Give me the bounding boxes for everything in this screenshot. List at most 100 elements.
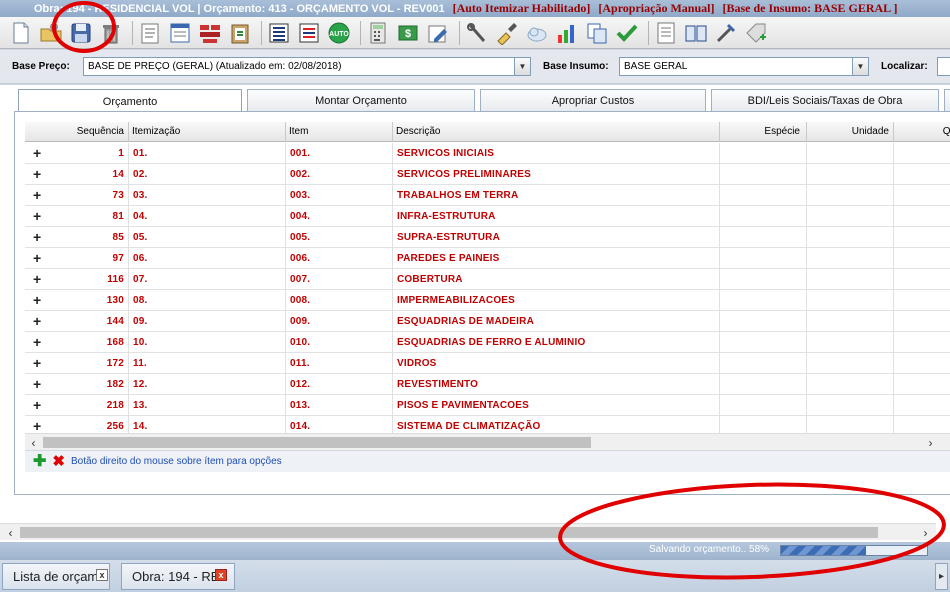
column-header-especie[interactable]: Espécie — [720, 122, 807, 142]
notes-button[interactable] — [653, 20, 679, 46]
tools-button[interactable] — [464, 20, 490, 46]
copy-button[interactable] — [584, 20, 610, 46]
new-document-button[interactable] — [8, 20, 34, 46]
cell-sequencia: 256 — [25, 416, 129, 433]
sort-button[interactable] — [296, 20, 322, 46]
table-row[interactable]: +130 08. 008. IMPERMEABILIZACOES — [25, 290, 950, 311]
table-row[interactable]: +144 09. 009. ESQUADRIAS DE MADEIRA — [25, 311, 950, 332]
table-row[interactable]: +256 14. 014. SISTEMA DE CLIMATIZAÇÃO — [25, 416, 950, 433]
scrollbar-thumb[interactable] — [43, 437, 591, 448]
scroll-left-icon[interactable]: ‹ — [25, 434, 42, 451]
scrollbar-thumb[interactable] — [20, 527, 878, 538]
table-row[interactable]: +81 04. 004. INFRA-ESTRUTURA — [25, 206, 950, 227]
grid-hint-bar: ✚ ✖ Botão direito do mouse sobre ítem pa… — [25, 450, 950, 472]
delete-button[interactable] — [98, 20, 124, 46]
cell-itemizacao: 07. — [129, 269, 286, 290]
list-button[interactable] — [266, 20, 292, 46]
edit-button[interactable] — [425, 20, 451, 46]
cell-empty — [894, 248, 950, 269]
cell-empty — [894, 185, 950, 206]
add-icon[interactable]: ✚ — [33, 453, 46, 470]
structure-button[interactable] — [197, 20, 223, 46]
money-button[interactable]: $ — [395, 20, 421, 46]
table-row[interactable]: +14 02. 002. SERVICOS PRELIMINARES — [25, 164, 950, 185]
grid-horizontal-scrollbar[interactable]: ‹ › — [25, 433, 950, 450]
book-button[interactable] — [683, 20, 709, 46]
tab-bdi-leis-sociais[interactable]: BDI/Leis Sociais/Taxas de Obra — [711, 89, 939, 111]
table-row[interactable]: +97 06. 006. PAREDES E PAINEIS — [25, 248, 950, 269]
window-tab-label: Obra: 194 - RE — [132, 569, 220, 584]
cell-empty — [894, 353, 950, 374]
calculator-button[interactable] — [365, 20, 391, 46]
cell-empty — [720, 143, 807, 164]
cell-empty — [720, 332, 807, 353]
cell-item: 004. — [286, 206, 393, 227]
cell-descricao: ESQUADRIAS DE MADEIRA — [393, 311, 720, 332]
cell-empty — [807, 185, 894, 206]
chart-button[interactable] — [554, 20, 580, 46]
cell-empty — [720, 206, 807, 227]
localizar-input[interactable] — [937, 57, 950, 76]
column-header-item[interactable]: Item — [286, 122, 393, 142]
column-header-quant[interactable]: Quant — [894, 122, 950, 142]
window-tab-lista-orcamentos[interactable]: Lista de orçam — [2, 563, 110, 590]
cell-empty — [807, 311, 894, 332]
remove-icon[interactable]: ✖ — [52, 454, 65, 469]
column-header-itemizacao[interactable]: Itemização — [129, 122, 286, 142]
auto-button[interactable]: AUTO — [326, 20, 352, 46]
save-button[interactable] — [68, 20, 94, 46]
localizar-label: Localizar: — [881, 61, 928, 72]
base-preco-dropdown-button[interactable]: ▼ — [514, 57, 531, 76]
tab-overflow[interactable] — [944, 89, 950, 111]
scroll-right-icon[interactable]: › — [922, 434, 939, 451]
report-button[interactable] — [137, 20, 163, 46]
scroll-left-icon[interactable]: ‹ — [2, 524, 19, 541]
column-header-unidade[interactable]: Unidade — [807, 122, 894, 142]
sign-button[interactable] — [494, 20, 520, 46]
clipboard-button[interactable] — [227, 20, 253, 46]
cell-empty — [720, 395, 807, 416]
cell-empty — [807, 416, 894, 433]
table-row[interactable]: +1 01. 001. SERVICOS INICIAIS — [25, 143, 950, 164]
table-row[interactable]: +85 05. 005. SUPRA-ESTRUTURA — [25, 227, 950, 248]
toolbar-separator — [360, 20, 361, 45]
column-header-sequencia[interactable]: Sequência — [25, 122, 129, 142]
table-row[interactable]: +172 11. 011. VIDROS — [25, 353, 950, 374]
settings-button[interactable] — [713, 20, 739, 46]
cell-itemizacao: 14. — [129, 416, 286, 433]
table-row[interactable]: +182 12. 012. REVESTIMENTO — [25, 374, 950, 395]
table-row[interactable]: +73 03. 003. TRABALHOS EM TERRA — [25, 185, 950, 206]
page-horizontal-scrollbar[interactable]: ‹ › — [0, 523, 936, 540]
cell-descricao: PAREDES E PAINEIS — [393, 248, 720, 269]
form-icon — [170, 23, 190, 42]
base-insumo-dropdown-button[interactable]: ▼ — [852, 57, 869, 76]
add-item-button[interactable] — [743, 20, 769, 46]
tab-apropriar-custos[interactable]: Apropriar Custos — [480, 89, 706, 111]
cell-itemizacao: 03. — [129, 185, 286, 206]
table-row[interactable]: +116 07. 007. COBERTURA — [25, 269, 950, 290]
close-tab-obra-icon[interactable]: x — [215, 569, 227, 581]
base-insumo-select[interactable]: BASE GERAL — [619, 57, 855, 76]
toolbar-separator — [648, 20, 649, 45]
close-tab-lista-icon[interactable]: x — [96, 569, 108, 581]
tabs-scroll-right-icon[interactable]: ▸ — [935, 563, 948, 590]
cell-sequencia: 172 — [25, 353, 129, 374]
cell-item: 007. — [286, 269, 393, 290]
cell-empty — [720, 227, 807, 248]
base-preco-select[interactable]: BASE DE PREÇO (GERAL) (Atualizado em: 02… — [83, 57, 515, 76]
table-row[interactable]: +168 10. 010. ESQUADRIAS DE FERRO E ALUMINI… — [25, 332, 950, 353]
cloud-button[interactable] — [524, 20, 550, 46]
new-document-icon — [13, 22, 29, 43]
column-header-descricao[interactable]: Descrição — [393, 122, 720, 142]
cell-sequencia: 97 — [25, 248, 129, 269]
cell-descricao: PISOS E PAVIMENTACOES — [393, 395, 720, 416]
open-button[interactable] — [38, 20, 64, 46]
cell-sequencia: 1 — [25, 143, 129, 164]
form-button[interactable] — [167, 20, 193, 46]
cell-sequencia: 144 — [25, 311, 129, 332]
tab-orcamento[interactable]: Orçamento — [18, 89, 242, 113]
confirm-button[interactable] — [614, 20, 640, 46]
scroll-right-icon[interactable]: › — [917, 524, 934, 541]
table-row[interactable]: +218 13. 013. PISOS E PAVIMENTACOES — [25, 395, 950, 416]
tab-montar-orcamento[interactable]: Montar Orçamento — [247, 89, 475, 111]
